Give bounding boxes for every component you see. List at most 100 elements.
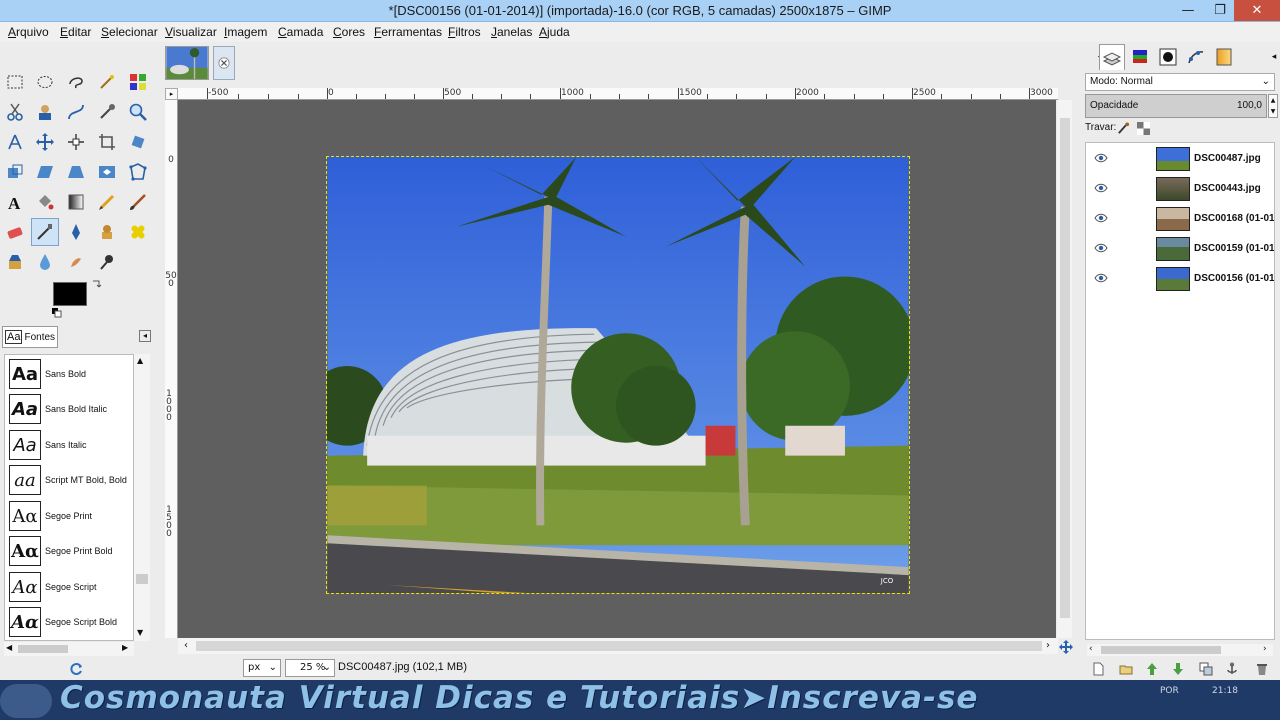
layer-mode-select[interactable]: Modo: Normal ⌄ — [1085, 73, 1275, 91]
reset-colors-icon[interactable] — [52, 308, 62, 318]
clone-icon[interactable] — [93, 218, 121, 246]
fonts-tab[interactable]: Aa Fontes — [2, 326, 58, 348]
ellipse-select-icon[interactable] — [31, 68, 59, 96]
eye-icon[interactable] — [1094, 152, 1108, 164]
lock-alpha-icon[interactable] — [1137, 122, 1150, 138]
measure-icon[interactable] — [1, 128, 29, 156]
gradients-tab-icon[interactable] — [1211, 44, 1237, 70]
menu-cores[interactable]: Cores — [333, 25, 365, 39]
scissors-icon[interactable] — [1, 98, 29, 126]
scroll-up-icon[interactable]: ▲ — [137, 356, 143, 365]
menu-arquivo[interactable]: Arquivo — [8, 25, 49, 39]
menu-janelas[interactable]: Janelas — [491, 25, 532, 39]
opacity-slider[interactable]: Opacidade 100,0 — [1085, 94, 1267, 118]
layer-row[interactable]: DSC00159 (01-01-2014) — [1086, 234, 1274, 264]
font-item-sans-bold-italic[interactable]: Aa Sans Bold Italic — [7, 392, 133, 427]
menu-camada[interactable]: Camada — [278, 25, 323, 39]
close-button[interactable]: ✕ — [1234, 0, 1280, 21]
anchor-layer-icon[interactable] — [1225, 662, 1239, 676]
unit-select[interactable]: px ⌄ — [243, 659, 281, 677]
ink-icon[interactable] — [62, 218, 90, 246]
menu-ajuda[interactable]: Ajuda — [539, 25, 570, 39]
scroll-right-icon[interactable]: › — [1046, 640, 1050, 651]
start-button[interactable] — [0, 684, 52, 718]
scroll-thumb[interactable] — [1101, 646, 1221, 654]
menu-selecionar[interactable]: Selecionar — [101, 25, 158, 39]
menu-filtros[interactable]: Filtros — [448, 25, 481, 39]
horizontal-ruler[interactable]: -500 0 500 1000 1500 2000 2500 3000 — [178, 88, 1058, 100]
perspective-clone-icon[interactable] — [1, 248, 29, 276]
flip-icon[interactable] — [93, 158, 121, 186]
font-item-segoe-script[interactable]: Aα Segoe Script — [7, 570, 133, 605]
dock-close-icon[interactable]: ◂ — [1261, 44, 1280, 70]
new-layer-group-icon[interactable] — [1119, 662, 1133, 676]
font-item-script-mt-bold[interactable]: aa Script MT Bold, Bold — [7, 463, 133, 498]
crop-icon[interactable] — [93, 128, 121, 156]
blur-icon[interactable] — [31, 248, 59, 276]
color-picker-icon[interactable] — [93, 98, 121, 126]
delete-layer-icon[interactable] — [1255, 662, 1269, 676]
font-item-segoe-print[interactable]: Aα Segoe Print — [7, 499, 133, 534]
scale-icon[interactable] — [1, 158, 29, 186]
move-icon[interactable] — [31, 128, 59, 156]
scroll-right-icon[interactable]: ▶ — [122, 643, 128, 652]
system-tray[interactable]: POR 21:18 — [1160, 685, 1238, 697]
shear-icon[interactable] — [31, 158, 59, 186]
scroll-left-icon[interactable]: ‹ — [184, 640, 188, 651]
navigate-icon[interactable] — [1059, 640, 1073, 654]
canvas-hscroll-thumb[interactable] — [196, 641, 1042, 651]
menu-editar[interactable]: Editar — [60, 25, 91, 39]
fuzzy-select-icon[interactable] — [93, 68, 121, 96]
eraser-icon[interactable] — [1, 218, 29, 246]
scroll-right-icon[interactable]: › — [1263, 644, 1267, 654]
image-tab-close[interactable] — [213, 46, 235, 80]
blend-icon[interactable] — [62, 188, 90, 216]
menu-visualizar[interactable]: Visualizar — [165, 25, 217, 39]
free-select-icon[interactable] — [62, 68, 90, 96]
font-item-sans-italic[interactable]: Aa Sans Italic — [7, 428, 133, 463]
raise-layer-icon[interactable] — [1145, 662, 1159, 676]
undo-history-tab-icon[interactable] — [1183, 44, 1209, 70]
lock-pixels-icon[interactable] — [1117, 122, 1130, 138]
new-layer-icon[interactable] — [1091, 662, 1105, 676]
rotate-icon[interactable] — [124, 128, 152, 156]
font-item-sans-bold[interactable]: Aa Sans Bold — [7, 357, 133, 392]
font-list-hscrollbar[interactable]: ◀ ▶ — [4, 642, 134, 656]
layers-tab-icon[interactable] — [1099, 44, 1125, 70]
smudge-icon[interactable] — [62, 248, 90, 276]
maximize-button[interactable]: ❐ — [1204, 0, 1236, 21]
paths-icon[interactable] — [62, 98, 90, 126]
font-list-scrollbar[interactable]: ▲ ▼ — [134, 354, 150, 641]
panel-menu-icon[interactable]: ◂ — [139, 330, 151, 342]
canvas-vscroll-thumb[interactable] — [1060, 118, 1070, 618]
select-by-color-icon[interactable] — [124, 68, 152, 96]
scroll-left-icon[interactable]: ‹ — [1089, 644, 1093, 654]
swap-colors-icon[interactable] — [92, 280, 102, 290]
align-icon[interactable] — [62, 128, 90, 156]
menu-imagem[interactable]: Imagem — [224, 25, 267, 39]
dodge-burn-icon[interactable] — [93, 248, 121, 276]
cage-icon[interactable] — [124, 158, 152, 186]
layer-row[interactable]: DSC00443.jpg — [1086, 174, 1274, 204]
image-tab-thumbnail[interactable] — [165, 46, 209, 80]
eye-icon[interactable] — [1094, 242, 1108, 254]
lower-layer-icon[interactable] — [1171, 662, 1185, 676]
eye-icon[interactable] — [1094, 272, 1108, 284]
vertical-ruler[interactable]: 0 500 1000 1500 — [165, 100, 178, 638]
paths-tab-icon[interactable] — [1155, 44, 1181, 70]
layer-row[interactable]: DSC00168 (01-01-2014) — [1086, 204, 1274, 234]
image-photo[interactable]: JCO — [326, 156, 910, 594]
channels-tab-icon[interactable] — [1127, 44, 1153, 70]
eye-icon[interactable] — [1094, 182, 1108, 194]
foreground-color-swatch[interactable] — [53, 282, 87, 306]
heal-icon[interactable] — [124, 218, 152, 246]
pencil-icon[interactable] — [93, 188, 121, 216]
font-item-segoe-print-bold[interactable]: Aα Segoe Print Bold — [7, 534, 133, 569]
zoom-select[interactable]: 25 % ⌄ — [285, 659, 335, 677]
font-item-segoe-script-bold[interactable]: Aα Segoe Script Bold — [7, 605, 133, 640]
refresh-fonts-icon[interactable] — [70, 662, 84, 676]
text-icon[interactable]: A — [1, 188, 29, 216]
ruler-corner-icon[interactable]: ▸ — [165, 88, 178, 100]
paintbrush-icon[interactable] — [124, 188, 152, 216]
duplicate-layer-icon[interactable] — [1199, 662, 1213, 676]
